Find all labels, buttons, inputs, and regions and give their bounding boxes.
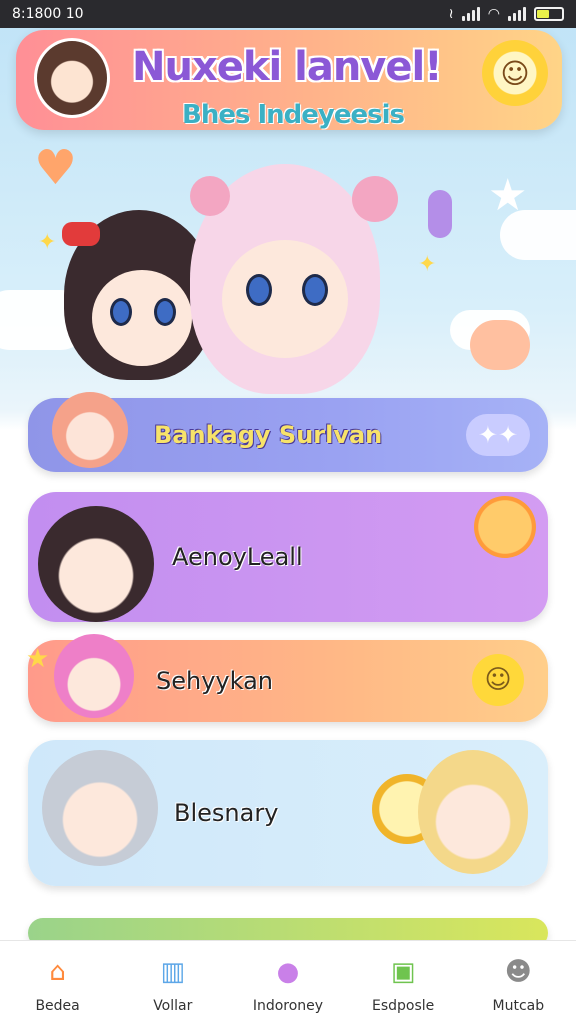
- nav-item-house[interactable]: ▥ Vollar: [123, 952, 223, 1014]
- pet-icon: ●: [276, 956, 300, 987]
- nav-label: Esdposle: [372, 997, 435, 1014]
- status-bar: 8:1800 10 ≀ ◠: [0, 0, 576, 28]
- wifi-icon: ◠: [487, 6, 500, 22]
- nav-label: Mutcab: [492, 997, 545, 1014]
- bow-icon: [62, 222, 100, 246]
- sun-icon[interactable]: ☺: [482, 40, 548, 106]
- bottom-nav: ⌂ Bedea ▥ Vollar ● Indoroney ▣ Esdposle …: [0, 940, 576, 1024]
- star-icon: ✦: [38, 230, 57, 255]
- app-subtitle: Bhes Indeyeesis: [182, 100, 405, 130]
- lollipop-icon: [428, 190, 452, 238]
- candy-icon: [470, 320, 530, 370]
- signal-icon: [461, 7, 480, 21]
- hair-bun-icon: [190, 176, 230, 216]
- list-card-3[interactable]: ★ Sehyykan ☺: [26, 634, 548, 722]
- gallery-icon: ▣: [390, 956, 416, 987]
- nav-item-home[interactable]: ⌂ Bedea: [8, 952, 108, 1014]
- smiley-icon[interactable]: ☺: [472, 654, 524, 706]
- avatar[interactable]: [34, 38, 110, 118]
- avatar: [38, 506, 154, 622]
- star-icon: ✦: [418, 252, 437, 277]
- card-label: Blesnary: [174, 799, 279, 827]
- nav-label: Indoroney: [252, 997, 324, 1014]
- star-mascot-icon: [474, 496, 536, 558]
- list-card-1[interactable]: Bankagy Surlvan ✦✦: [28, 392, 548, 472]
- profile-icon: ☻: [504, 956, 532, 987]
- card-label: AenoyLeall: [172, 543, 303, 571]
- card-label: Sehyykan: [156, 667, 274, 695]
- vibrate-icon: ≀: [448, 6, 454, 22]
- signal-icon-2: [508, 7, 526, 21]
- card-label: Bankagy Surlvan: [154, 421, 383, 449]
- battery-icon: [534, 7, 564, 21]
- character-blonde: [418, 750, 528, 874]
- nav-label: Bedea: [35, 997, 80, 1014]
- list-card-2[interactable]: AenoyLeall: [28, 492, 548, 622]
- avatar: [54, 634, 134, 718]
- status-time: 8:1800 10: [12, 6, 84, 22]
- nav-item-pet[interactable]: ● Indoroney: [238, 952, 338, 1014]
- house-icon: ▥: [160, 956, 186, 987]
- app-title: Nuxeki lanvel!: [132, 44, 442, 90]
- sparkle-button[interactable]: ✦✦: [466, 414, 530, 456]
- avatar: [52, 392, 128, 468]
- status-icons: ≀ ◠: [449, 6, 564, 22]
- hero-illustration: ♥ ✦ ✦ ★: [0, 140, 576, 396]
- list-card-4[interactable]: Blesnary: [28, 740, 548, 886]
- home-icon: ⌂: [49, 956, 66, 987]
- nav-item-gallery[interactable]: ▣ Esdposle: [353, 952, 453, 1014]
- header-banner: Nuxeki lanvel! Bhes Indeyeesis ☺: [16, 30, 562, 130]
- heart-icon: ♥: [34, 140, 78, 196]
- star-icon: ★: [488, 170, 528, 221]
- avatar: [42, 750, 158, 866]
- nav-label: Vollar: [153, 997, 193, 1014]
- hair-bun-icon: [352, 176, 398, 222]
- nav-item-profile[interactable]: ☻ Mutcab: [468, 952, 568, 1014]
- star-icon: ★: [26, 644, 50, 674]
